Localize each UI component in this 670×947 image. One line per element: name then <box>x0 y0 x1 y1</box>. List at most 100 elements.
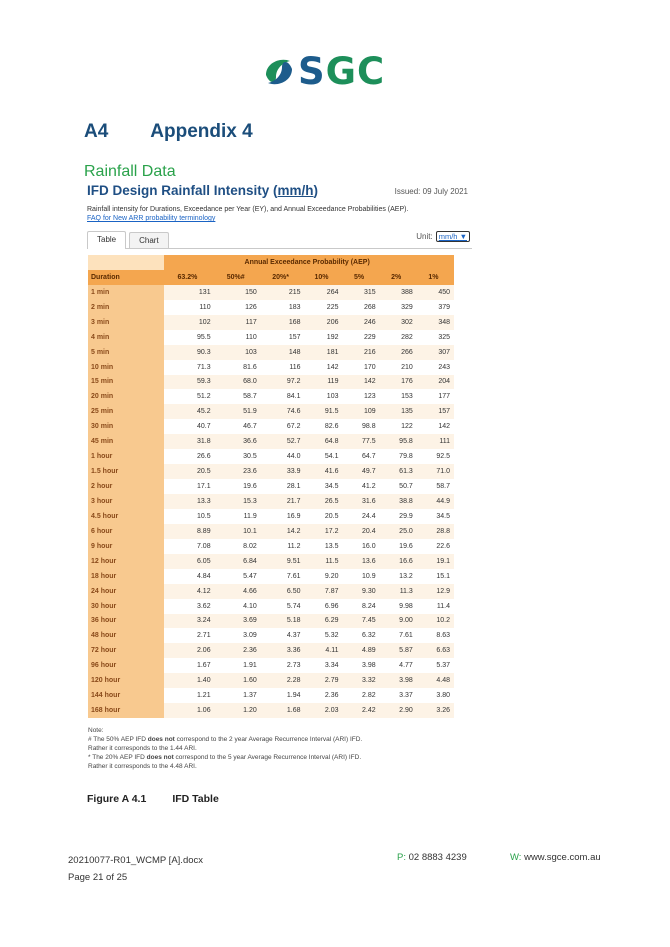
table-row: 2 hour 17.1 19.6 28.1 34.5 41.2 50.7 58.7 <box>88 479 454 494</box>
intensity-cell: 150 <box>214 284 261 300</box>
table-row: 5 min 90.3 103 148 181 216 266 307 <box>88 344 454 360</box>
ifd-screenshot: IFD Design Rainfall Intensity (mm/h) Iss… <box>87 183 472 719</box>
intensity-cell: 95.8 <box>379 434 417 450</box>
duration-cell: 2 hour <box>88 479 165 494</box>
intensity-cell: 1.40 <box>164 673 215 689</box>
duration-cell: 5 min <box>88 344 165 360</box>
intensity-cell: 5.37 <box>416 658 454 674</box>
intensity-cell: 1.68 <box>260 703 305 719</box>
intensity-cell: 7.08 <box>164 538 215 554</box>
intensity-cell: 91.5 <box>304 404 343 420</box>
intensity-cell: 119 <box>304 374 343 390</box>
faq-link[interactable]: FAQ for New ARR probability terminology <box>87 214 472 223</box>
table-row: 1 min 131 150 215 264 315 388 450 <box>88 284 454 300</box>
intensity-cell: 110 <box>214 329 261 345</box>
duration-cell: 45 min <box>88 434 165 450</box>
intensity-cell: 31.8 <box>164 434 215 450</box>
intensity-cell: 64.7 <box>342 449 380 465</box>
duration-cell: 9 hour <box>88 538 165 554</box>
intensity-cell: 49.7 <box>342 464 380 480</box>
intensity-cell: 25.0 <box>379 523 417 539</box>
issued-date: Issued: 09 July 2021 <box>394 187 468 196</box>
table-row: 24 hour 4.12 4.66 6.50 7.87 9.30 11.3 12.9 <box>88 583 454 599</box>
intensity-cell: 58.7 <box>416 479 454 494</box>
intensity-cell: 1.91 <box>214 658 261 674</box>
web-label: W: <box>510 852 522 863</box>
intensity-cell: 315 <box>342 284 380 300</box>
logo-letters-gc: GC <box>325 50 386 93</box>
intensity-cell: 2.28 <box>260 673 305 689</box>
intensity-cell: 90.3 <box>164 344 215 360</box>
intensity-cell: 2.73 <box>260 658 305 674</box>
figure-number: Figure A 4.1 <box>87 793 147 805</box>
intensity-cell: 13.6 <box>342 553 380 569</box>
ifd-title-suffix: ) <box>313 183 319 198</box>
intensity-cell: 2.90 <box>379 703 417 719</box>
table-row: 25 min 45.2 51.9 74.6 91.5 109 135 157 <box>88 404 454 420</box>
duration-cell: 30 min <box>88 419 165 435</box>
intensity-cell: 11.9 <box>214 508 261 524</box>
intensity-cell: 19.1 <box>416 553 454 569</box>
intensity-cell: 58.7 <box>214 389 261 405</box>
intensity-cell: 19.6 <box>214 479 261 494</box>
intensity-cell: 216 <box>342 344 380 360</box>
table-body: 1 min 131 150 215 264 315 388 450 2 min 110 126 183… <box>88 284 454 719</box>
intensity-cell: 2.03 <box>304 703 343 719</box>
intensity-cell: 67.2 <box>260 419 305 435</box>
table-row: 18 hour 4.84 5.47 7.61 9.20 10.9 13.2 15.1 <box>88 568 454 584</box>
intensity-cell: 109 <box>342 404 380 420</box>
aep-group-header: Annual Exceedance Probability (AEP) <box>164 255 454 270</box>
intensity-cell: 26.5 <box>304 494 343 509</box>
intensity-cell: 10.2 <box>416 613 454 629</box>
duration-cell: 12 hour <box>88 553 165 569</box>
intensity-cell: 142 <box>342 374 380 390</box>
intensity-cell: 5.32 <box>304 628 343 644</box>
intensity-cell: 16.9 <box>260 508 305 524</box>
note-line-4: Rather it corresponds to the 4.48 ARI. <box>88 763 197 770</box>
intensity-cell: 6.29 <box>304 613 343 629</box>
column-header: 1% <box>416 269 454 285</box>
duration-cell: 36 hour <box>88 613 165 629</box>
intensity-cell: 3.98 <box>379 673 417 689</box>
intensity-cell: 5.74 <box>260 598 305 614</box>
sgc-leaf-icon <box>266 59 292 84</box>
appendix-title: Appendix 4 <box>150 121 253 142</box>
table-row: 36 hour 3.24 3.69 5.18 6.29 7.45 9.00 10.2 <box>88 613 454 629</box>
intensity-cell: 20.5 <box>304 508 343 524</box>
intensity-cell: 38.8 <box>379 494 417 509</box>
duration-cell: 144 hour <box>88 688 165 704</box>
intensity-cell: 15.3 <box>214 494 261 509</box>
intensity-cell: 10.9 <box>342 568 380 584</box>
intensity-cell: 4.84 <box>164 568 215 584</box>
intensity-cell: 302 <box>379 314 417 330</box>
duration-cell: 72 hour <box>88 643 165 659</box>
table-row: 3 hour 13.3 15.3 21.7 26.5 31.6 38.8 44.9 <box>88 494 454 509</box>
intensity-cell: 225 <box>304 299 343 315</box>
tab-table[interactable]: Table <box>87 231 127 249</box>
intensity-cell: 176 <box>379 374 417 390</box>
appendix-heading: A4 Appendix 4 <box>84 121 253 143</box>
intensity-cell: 135 <box>379 404 417 420</box>
section-title: Rainfall Data <box>84 163 176 180</box>
duration-cell: 4.5 hour <box>88 508 165 524</box>
intensity-cell: 6.63 <box>416 643 454 659</box>
intensity-cell: 2.06 <box>164 643 215 659</box>
table-group-header-row: Annual Exceedance Probability (AEP) <box>88 255 454 270</box>
table-row: 12 hour 6.05 6.84 9.51 11.5 13.6 16.6 19.1 <box>88 553 454 569</box>
intensity-cell: 11.5 <box>304 553 343 569</box>
note-heading: Note: <box>88 727 104 734</box>
tab-chart[interactable]: Chart <box>129 232 169 248</box>
duration-cell: 20 min <box>88 389 165 405</box>
unit-select[interactable]: mm/h ▼ <box>435 231 470 242</box>
intensity-cell: 9.00 <box>379 613 417 629</box>
intensity-cell: 181 <box>304 344 343 360</box>
web-address: www.sgce.com.au <box>524 852 601 863</box>
duration-cell: 15 min <box>88 374 165 390</box>
duration-cell: 1.5 hour <box>88 464 165 480</box>
duration-cell: 2 min <box>88 299 165 315</box>
intensity-cell: 9.30 <box>342 583 380 599</box>
intensity-cell: 19.6 <box>379 538 417 554</box>
intensity-cell: 61.3 <box>379 464 417 480</box>
intensity-cell: 34.5 <box>304 479 343 494</box>
intensity-cell: 131 <box>164 284 215 300</box>
